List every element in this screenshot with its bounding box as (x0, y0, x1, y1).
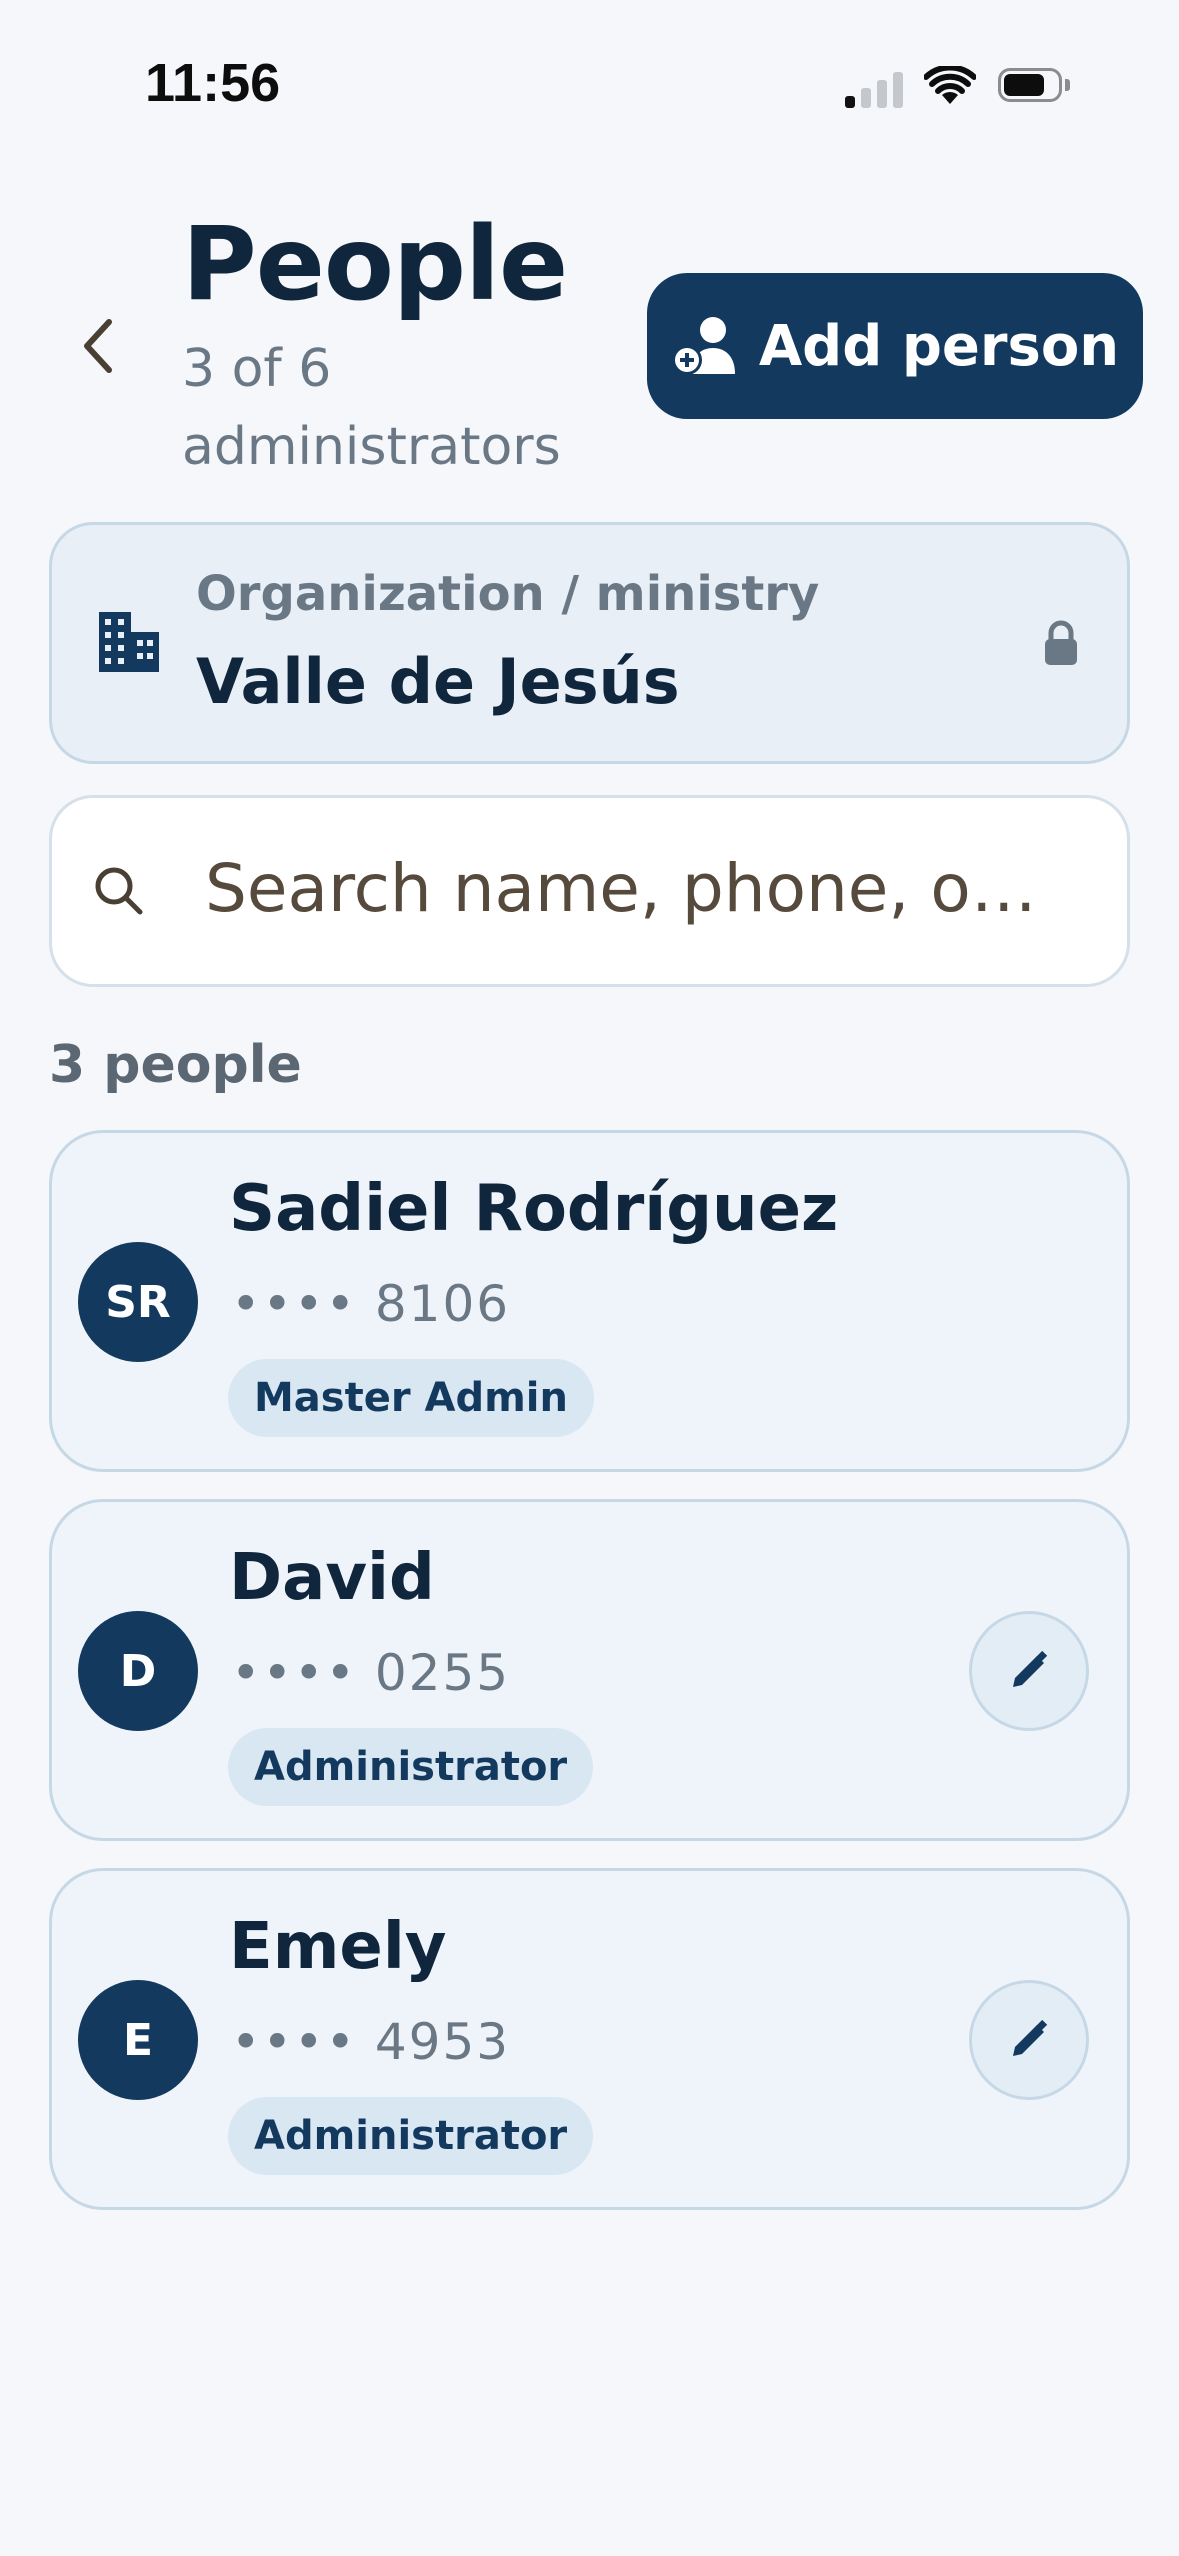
person-name: David (229, 1541, 435, 1615)
organization-card (49, 522, 1130, 764)
signal-icon (845, 68, 905, 108)
add-person-button[interactable]: Add person (647, 273, 1143, 419)
chevron-left-icon (84, 319, 112, 373)
organization-label: Organization / ministry (196, 566, 820, 622)
avatar: E (78, 1980, 198, 2100)
person-phone: •••• 0255 (231, 1644, 511, 1702)
role-badge: Administrator (228, 1728, 594, 1806)
search-icon (95, 867, 143, 915)
page-title: People (182, 205, 568, 324)
avatar: D (78, 1611, 198, 1731)
add-person-icon (671, 317, 735, 375)
page-subtitle: 3 of 6 administrators (182, 339, 561, 477)
edit-person-button[interactable] (969, 1611, 1089, 1731)
person-name: Emely (229, 1910, 447, 1984)
organization-value: Valle de Jesús (196, 645, 680, 718)
pencil-icon (1013, 2019, 1048, 2056)
person-card[interactable] (49, 1868, 1130, 2210)
person-phone: •••• 4953 (231, 2013, 511, 2071)
search-placeholder[interactable]: Search name, phone, o… (205, 850, 1085, 927)
wifi-icon (924, 66, 976, 104)
person-phone: •••• 8106 (231, 1275, 511, 1333)
edit-person-button[interactable] (969, 1980, 1089, 2100)
people-count: 3 people (49, 1035, 302, 1095)
person-name: Sadiel Rodríguez (229, 1172, 839, 1246)
pencil-icon (1013, 1650, 1048, 1687)
status-time: 11:56 (145, 53, 281, 113)
add-person-label: Add person (758, 313, 1120, 379)
role-badge: Administrator (228, 2097, 594, 2175)
person-card[interactable] (49, 1499, 1130, 1841)
battery-icon (998, 68, 1070, 104)
back-button[interactable] (68, 310, 128, 382)
avatar: SR (78, 1242, 198, 1362)
lock-icon (1045, 620, 1077, 665)
building-icon (99, 612, 159, 672)
role-badge: Master Admin (228, 1359, 594, 1437)
